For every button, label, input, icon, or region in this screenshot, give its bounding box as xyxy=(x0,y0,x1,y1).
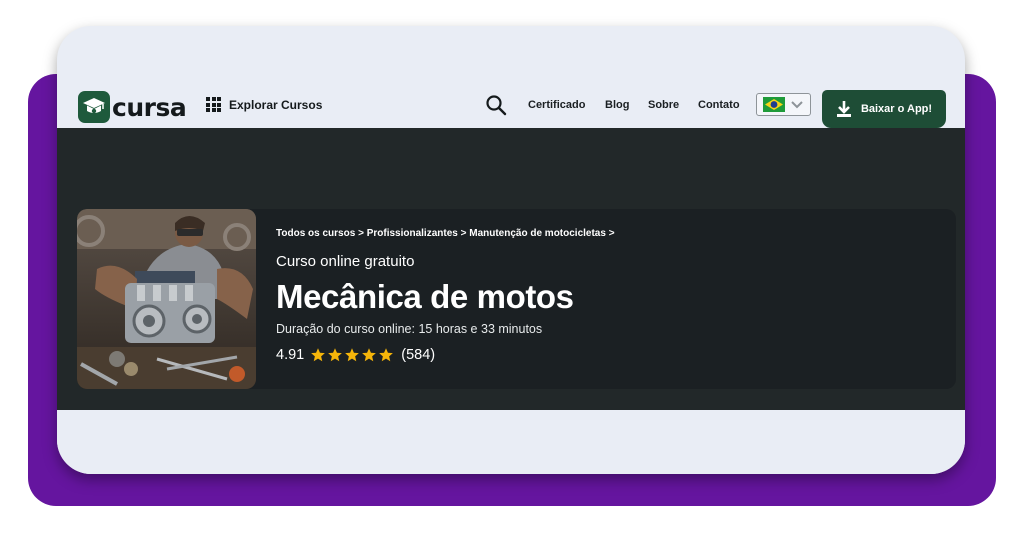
download-app-label: Baixar o App! xyxy=(860,103,933,115)
breadcrumb-separator: > xyxy=(358,228,364,239)
course-title: Mecânica de motos xyxy=(276,278,574,315)
course-card: Todos os cursos > Profissionalizantes > … xyxy=(77,209,956,389)
chevron-down-icon xyxy=(791,100,803,108)
star-icon xyxy=(379,348,394,362)
logo-text: cursa xyxy=(112,92,187,122)
nav-link-sobre[interactable]: Sobre xyxy=(648,99,679,111)
course-hero: Todos os cursos > Profissionalizantes > … xyxy=(57,128,965,410)
breadcrumb-profissionalizantes[interactable]: Profissionalizantes xyxy=(367,228,458,239)
breadcrumb-todos-os-cursos[interactable]: Todos os cursos xyxy=(276,228,355,239)
breadcrumb-separator: > xyxy=(460,228,467,239)
browser-window: cursa Explorar Cursos Certificado Blog S… xyxy=(57,26,965,474)
language-select[interactable] xyxy=(756,93,811,116)
grid-icon xyxy=(206,97,221,112)
star-icon xyxy=(328,348,343,362)
breadcrumb-manutencao-de-motocicletas[interactable]: Manutenção de motocicletas xyxy=(469,228,606,239)
page-content-area xyxy=(57,410,965,474)
explore-courses-label: Explorar Cursos xyxy=(229,97,323,112)
cursa-logo[interactable]: cursa xyxy=(78,91,187,123)
graduation-cap-icon xyxy=(78,91,110,123)
breadcrumb: Todos os cursos > Profissionalizantes > … xyxy=(276,228,615,239)
course-rating: 4.91 (584) xyxy=(276,347,435,363)
site-header: cursa Explorar Cursos Certificado Blog S… xyxy=(57,81,965,128)
course-type-label: Curso online gratuito xyxy=(276,253,415,270)
nav-link-blog[interactable]: Blog xyxy=(605,99,629,111)
nav-link-contato[interactable]: Contato xyxy=(698,99,740,111)
star-icon xyxy=(345,348,360,362)
nav-link-certificado[interactable]: Certificado xyxy=(528,99,585,111)
course-duration: Duração do curso online: 15 horas e 33 m… xyxy=(276,322,543,336)
course-image-motorcycle-mechanic xyxy=(77,209,256,389)
explore-courses-button[interactable]: Explorar Cursos xyxy=(206,97,322,112)
download-app-button[interactable]: Baixar o App! xyxy=(822,90,946,128)
review-count: (584) xyxy=(401,347,436,363)
star-icon xyxy=(311,348,326,362)
rating-stars xyxy=(310,347,395,363)
brazil-flag-icon xyxy=(763,97,785,112)
breadcrumb-separator: > xyxy=(608,228,615,239)
search-icon[interactable] xyxy=(485,94,507,116)
download-icon xyxy=(836,101,851,117)
rating-value: 4.91 xyxy=(276,347,305,363)
star-icon xyxy=(362,348,377,362)
